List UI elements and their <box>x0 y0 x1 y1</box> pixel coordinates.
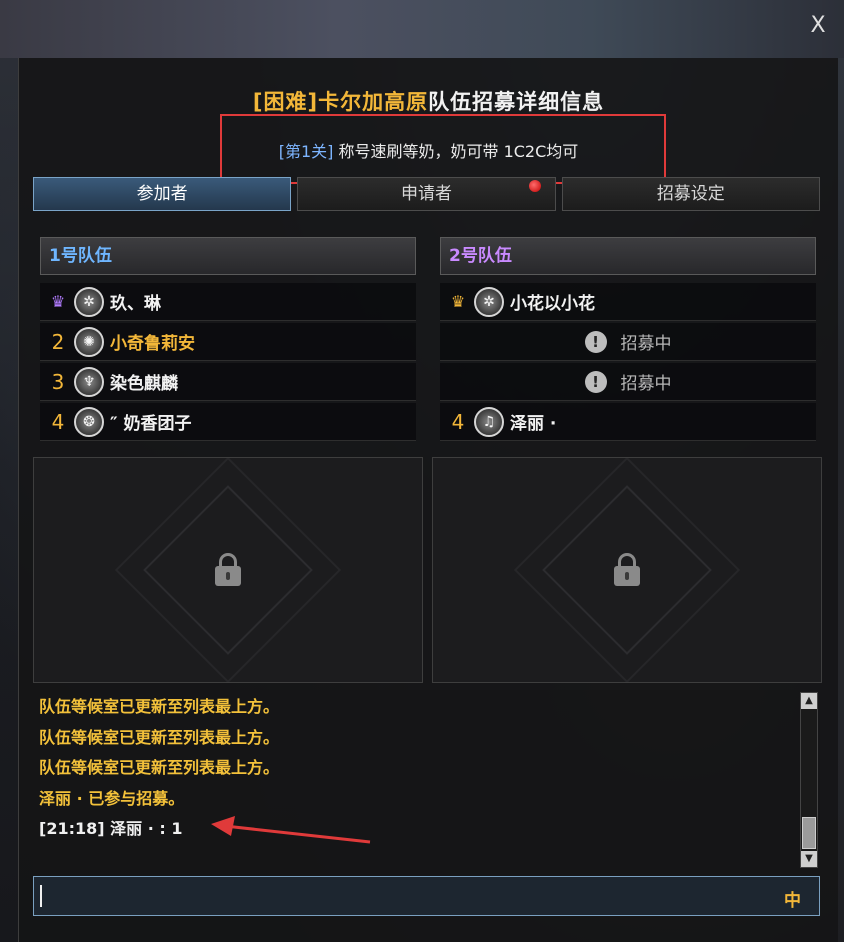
game-hud-strip <box>0 0 844 58</box>
chat-system-message: 泽丽 · 已参与招募。 <box>39 788 185 808</box>
title-suffix: 队伍招募详细信息 <box>428 90 605 114</box>
party-1-header: 1号队伍 <box>40 237 416 275</box>
party-member-row[interactable]: ♛ ✲ 小花以小花 <box>440 283 816 321</box>
leader-crown-icon: ♛ <box>50 292 66 311</box>
member-name: 玖、琳 <box>110 294 161 314</box>
window-title: [困难]卡尔加高原队伍招募详细信息 <box>19 86 838 116</box>
locked-party-slot <box>432 457 822 683</box>
exclamation-icon: ! <box>584 330 607 353</box>
tab-applicants[interactable]: 申请者 <box>297 177 556 211</box>
text-caret <box>40 885 42 907</box>
recruiting-status: 招募中 <box>620 334 672 354</box>
party-member-row[interactable]: 2 ✺ 小奇鲁莉安 <box>40 323 416 361</box>
party-member-row[interactable]: 3 ♆ 染色麒麟 <box>40 363 416 401</box>
class-emblem-icon: ✲ <box>474 286 504 317</box>
class-emblem-icon: ✺ <box>74 326 104 357</box>
slot-number: 3 <box>51 369 65 394</box>
exclamation-icon: ! <box>584 370 607 393</box>
notification-dot-icon <box>528 180 541 192</box>
slot-number: 4 <box>51 409 65 434</box>
recruiting-status: 招募中 <box>620 374 672 394</box>
red-arrow-annotation-icon <box>211 816 371 844</box>
ime-indicator[interactable]: 中 <box>784 886 801 911</box>
member-name: 染色麒麟 <box>110 374 178 394</box>
chat-system-message: 队伍等候室已更新至列表最上方。 <box>39 727 280 747</box>
highlight-annotation-box <box>220 114 666 184</box>
leader-crown-icon: ♛ <box>450 292 466 311</box>
lock-icon <box>614 553 640 587</box>
party-2-panel: 2号队伍 ♛ ✲ 小花以小花 ! 招募中 ! 招募中 4 ♫ 泽丽 · <box>440 237 816 443</box>
party-member-row[interactable]: 4 ♫ 泽丽 · <box>440 403 816 441</box>
class-emblem-icon: ♫ <box>474 406 504 437</box>
party-2-header: 2号队伍 <box>440 237 816 275</box>
recruiting-slot-row: ! 招募中 <box>440 363 816 401</box>
party-1-panel: 1号队伍 ♛ ✲ 玖、琳 2 ✺ 小奇鲁莉安 3 ♆ 染色麒麟 4 ❂ ″ 奶香… <box>40 237 416 443</box>
member-name: 泽丽 · <box>510 414 557 434</box>
slot-number: 2 <box>51 329 65 354</box>
chat-system-message: 队伍等候室已更新至列表最上方。 <box>39 758 280 777</box>
slot-number: 4 <box>451 409 465 434</box>
class-emblem-icon: ❂ <box>74 406 104 437</box>
tab-participants[interactable]: 参加者 <box>33 177 292 211</box>
class-emblem-icon: ♆ <box>74 366 104 397</box>
lock-icon <box>215 553 241 587</box>
party-member-row[interactable]: 4 ❂ ″ 奶香团子 <box>40 403 416 441</box>
chat-system-message: 队伍等候室已更新至列表最上方。 <box>39 697 280 716</box>
member-name: 小花以小花 <box>510 294 595 314</box>
member-name: ″ 奶香团子 <box>110 414 192 434</box>
scroll-up-arrow-icon[interactable]: ▲ <box>801 693 817 709</box>
recruiting-slot-row: ! 招募中 <box>440 323 816 361</box>
chat-scrollbar[interactable]: ▲ ▼ <box>800 692 818 868</box>
party-member-row[interactable]: ♛ ✲ 玖、琳 <box>40 283 416 321</box>
scroll-down-arrow-icon[interactable]: ▼ <box>801 851 817 867</box>
chat-input-field[interactable]: 中 <box>33 876 820 916</box>
chat-log[interactable]: 队伍等候室已更新至列表最上方。 队伍等候室已更新至列表最上方。 队伍等候室已更新… <box>33 690 820 870</box>
chat-user-message: [21:18] 泽丽 · : 1 <box>39 819 183 838</box>
tab-applicants-label: 申请者 <box>400 184 452 204</box>
locked-party-slot <box>33 457 423 683</box>
tab-bar: 参加者 申请者 招募设定 <box>33 177 820 211</box>
title-dungeon: [困难]卡尔加高原 <box>252 90 429 114</box>
tab-recruit-settings[interactable]: 招募设定 <box>561 177 820 211</box>
member-name: 小奇鲁莉安 <box>110 334 195 354</box>
scroll-thumb[interactable] <box>802 817 816 849</box>
close-button[interactable]: X <box>806 14 830 38</box>
class-emblem-icon: ✲ <box>74 286 104 317</box>
